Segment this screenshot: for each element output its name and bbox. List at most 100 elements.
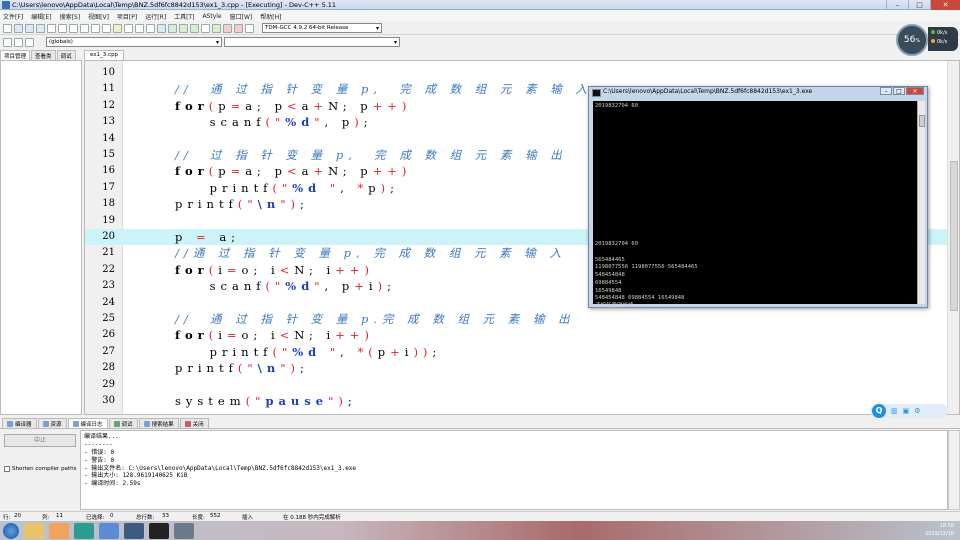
goto-icon[interactable] [113,23,122,33]
code-text[interactable]: p = a; [175,229,240,245]
file-tab[interactable]: ex1_3.cpp [84,50,125,60]
stop-button[interactable]: 中止 [4,434,76,447]
open-icon[interactable] [14,23,23,33]
menu-run[interactable]: 运行[R] [145,12,166,21]
console-scroll-thumb[interactable] [919,115,925,127]
code-line[interactable]: 28 printf("\n"); [85,360,959,376]
console-close-button[interactable]: ✕ [906,87,924,95]
tab-search-results[interactable]: 搜索结果 [138,418,179,428]
menu-tools[interactable]: 工具[T] [174,12,194,21]
save-icon[interactable] [25,23,34,33]
browser-taskbar-icon[interactable] [49,522,69,539]
menu-edit[interactable]: 编辑[E] [31,12,51,21]
menu-file[interactable]: 文件[F] [3,12,23,21]
console-scrollbar[interactable] [917,101,925,304]
start-button[interactable] [3,522,19,539]
code-line[interactable]: 27 printf("%d ", *(p+i)); [85,344,959,360]
log-scrollbar[interactable] [948,430,960,510]
compiler-select[interactable]: TDM-GCC 4.9.2 64-bit Release [262,23,382,33]
save-all-icon[interactable] [36,23,45,33]
app-taskbar-icon[interactable] [99,522,119,539]
menu-project[interactable]: 项目[P] [117,12,137,21]
check-icon[interactable] [212,23,221,33]
editor-scrollbar[interactable] [947,61,959,414]
code-text[interactable]: printf("%d ", *(p+i)); [175,344,441,360]
tab-close[interactable]: 关闭 [179,418,209,428]
chrome-taskbar-icon[interactable] [74,522,94,539]
code-line[interactable]: 10 [85,65,959,81]
project-icon[interactable] [157,23,166,33]
code-text[interactable]: // 通 过 指 针 变 量 p, 完 成 数 组 元 素 输 入 [175,81,592,97]
explorer-taskbar-icon[interactable] [24,522,44,539]
menu-view[interactable]: 视图[V] [88,12,109,21]
add-icon[interactable] [3,37,12,47]
pdf-taskbar-icon[interactable] [174,522,194,539]
minimize-button[interactable]: – [886,0,908,10]
run-icon[interactable] [179,23,188,33]
scrollbar-thumb[interactable] [950,161,958,311]
console-taskbar-icon[interactable] [149,522,169,539]
class-icon[interactable] [14,37,23,47]
devcpp-taskbar-icon[interactable] [124,522,144,539]
settings-icon[interactable]: ⚙ [914,407,920,415]
profile-icon[interactable] [245,23,254,33]
tab-project[interactable]: 项目管理 [0,50,31,60]
console-minimize-button[interactable]: – [880,87,892,95]
compile-run-icon[interactable] [190,23,199,33]
compile-icon[interactable] [168,23,177,33]
code-text[interactable]: system("pause"); [175,393,357,409]
cpu-usage-widget[interactable]: 56% [896,24,928,56]
code-line[interactable]: 30 system("pause"); [85,393,959,409]
close-file-icon[interactable] [47,23,56,33]
tab-resources[interactable]: 资源 [37,418,67,428]
code-line[interactable]: 26 for(i=o; i<N; i++) [85,327,959,343]
scope-select[interactable]: (globals) [46,37,222,47]
rebuild-icon[interactable] [201,23,210,33]
menu-search[interactable]: 搜索[S] [60,12,81,21]
stop-icon[interactable] [223,23,232,33]
shorten-paths-option[interactable]: Shorten compiler paths [4,466,76,472]
indent-icon[interactable] [124,23,133,33]
replace-icon[interactable] [102,23,111,33]
code-text[interactable]: for(p=a; p<a+N; p++) [175,98,411,114]
shorten-paths-checkbox[interactable] [4,466,10,472]
chart-icon[interactable]: ▥ [891,407,898,415]
tab-debug[interactable]: 调试 [56,50,76,60]
code-text[interactable]: for(i=o; i<N; i++) [175,327,374,343]
code-line[interactable]: 29 [85,377,959,393]
menu-astyle[interactable]: AStyle [202,13,221,20]
system-clock[interactable]: 18:58 2019/12/16 [925,522,954,538]
undo-icon[interactable] [69,23,78,33]
toggle-comment-icon[interactable] [146,23,155,33]
menu-window[interactable]: 窗口[W] [230,12,253,21]
find-icon[interactable] [91,23,100,33]
compile-log-output[interactable]: 编译结果... -------- - 错误: 0- 警告: 0- 输出文件名: C:… [80,430,948,510]
browse-icon[interactable] [25,37,34,47]
code-text[interactable]: // 过 指 针 变 量 p, 完 成 数 组 元 素 输 出 [175,147,567,163]
floating-assistant-bar[interactable]: Q ▥ ▣ ⚙ [870,404,948,418]
code-text[interactable]: for(i=o; i<N; i++) [175,262,374,278]
image-icon[interactable]: ▣ [903,407,910,415]
console-maximize-button[interactable]: □ [893,87,905,95]
code-line[interactable]: 25 // 通 过 指 针 变 量 p.完 成 数 组 元 素 输 出 [85,311,959,327]
console-window[interactable]: C:\Users\lenovo\AppData\Local\Temp\BNZ.5… [588,86,928,309]
code-text[interactable]: printf("%d ", *p); [175,180,399,196]
tab-compiler[interactable]: 编译器 [2,418,37,428]
code-text[interactable]: scanf("%d", p+i); [175,278,396,294]
new-file-icon[interactable] [3,23,12,33]
tab-debug-bottom[interactable]: 调试 [108,418,138,428]
print-icon[interactable] [58,23,67,33]
code-text[interactable]: // 通 过 指 针 变 量 p.完 成 数 组 元 素 输 出 [175,311,575,327]
tab-classes[interactable]: 查看类 [31,50,56,60]
code-text[interactable]: scanf("%d", p); [175,114,373,130]
code-text[interactable]: //通 过 指 针 变 量 p, 完 成 数 组 元 素 输 入 [175,245,566,261]
assistant-logo-icon[interactable]: Q [872,404,886,418]
redo-icon[interactable] [80,23,89,33]
tab-compile-log[interactable]: 编译日志 [67,418,108,428]
code-text[interactable]: printf("\n"); [175,360,309,376]
unindent-icon[interactable] [135,23,144,33]
maximize-button[interactable]: □ [908,0,930,10]
console-output[interactable]: 2019832704 60 2019832704 60 565484465 11980… [593,101,919,309]
close-button[interactable]: ✕ [930,0,960,10]
code-text[interactable]: printf("\n"); [175,196,309,212]
